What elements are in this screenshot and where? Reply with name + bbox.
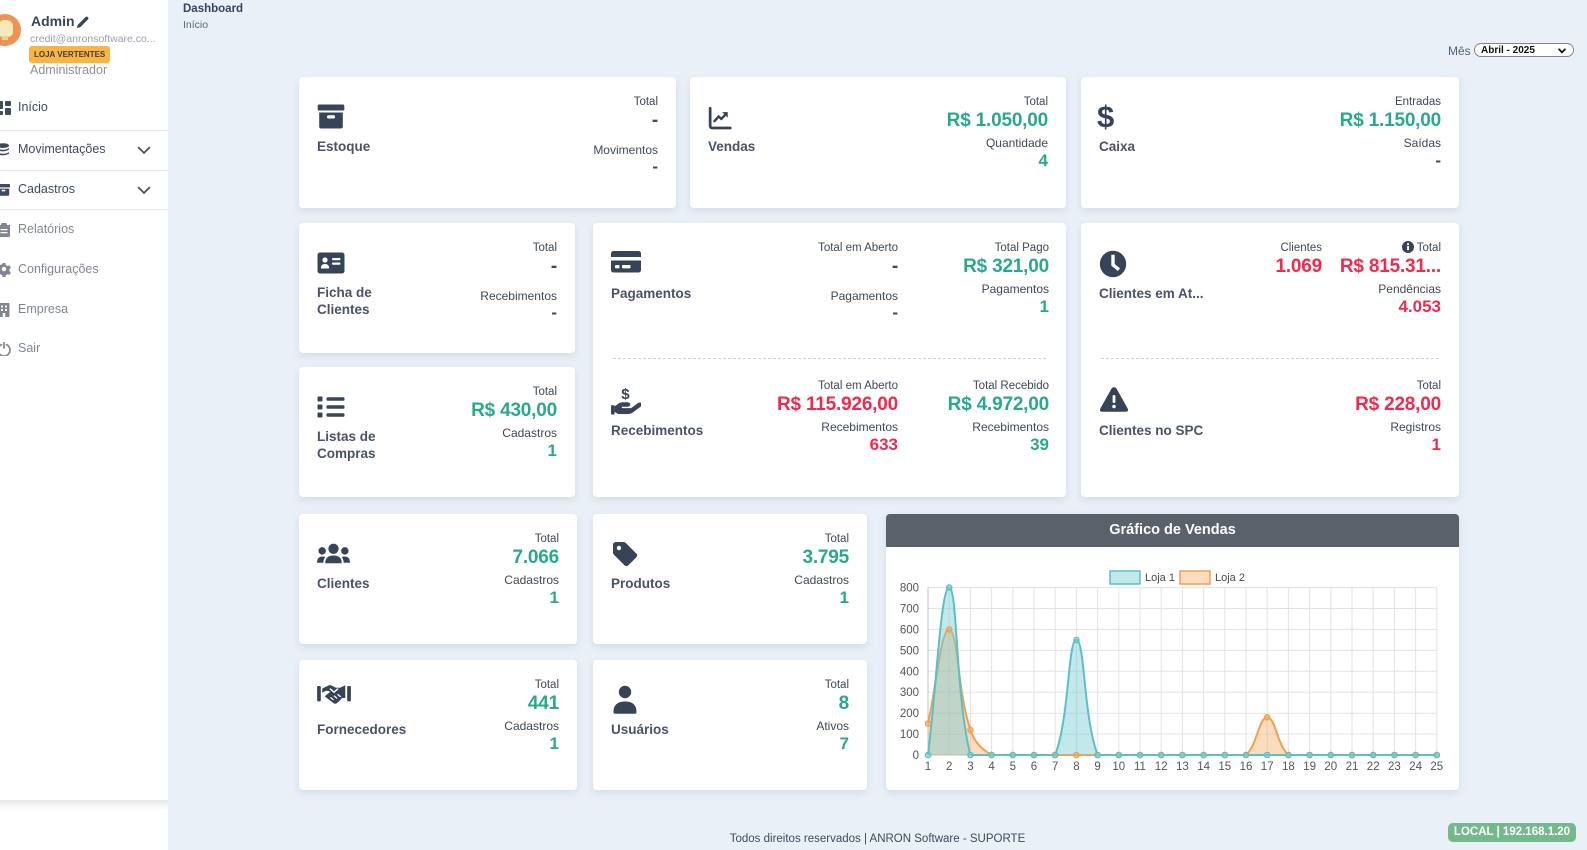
- svg-text:15: 15: [1218, 761, 1231, 773]
- svg-text:9: 9: [1094, 761, 1100, 773]
- svg-text:200: 200: [900, 708, 919, 720]
- svg-text:5: 5: [1010, 761, 1016, 773]
- svg-text:600: 600: [900, 624, 919, 636]
- svg-text:500: 500: [900, 645, 919, 657]
- svg-text:10: 10: [1112, 761, 1125, 773]
- svg-text:7: 7: [1052, 761, 1058, 773]
- svg-text:2: 2: [946, 761, 952, 773]
- svg-text:11: 11: [1134, 761, 1146, 773]
- svg-text:Loja 2: Loja 2: [1215, 572, 1245, 584]
- svg-text:25: 25: [1430, 761, 1443, 773]
- svg-text:18: 18: [1282, 761, 1295, 773]
- svg-text:20: 20: [1324, 761, 1337, 773]
- svg-text:22: 22: [1367, 761, 1380, 773]
- svg-text:4: 4: [988, 761, 995, 773]
- svg-text:1: 1: [925, 761, 931, 773]
- svg-text:800: 800: [900, 583, 919, 595]
- svg-text:23: 23: [1388, 761, 1401, 773]
- svg-text:6: 6: [1031, 761, 1037, 773]
- svg-text:8: 8: [1073, 761, 1079, 773]
- svg-text:24: 24: [1409, 761, 1422, 773]
- svg-text:300: 300: [900, 687, 919, 699]
- svg-text:21: 21: [1346, 761, 1359, 773]
- svg-text:400: 400: [900, 666, 919, 678]
- svg-text:0: 0: [913, 750, 919, 762]
- svg-text:700: 700: [900, 604, 919, 616]
- svg-text:17: 17: [1261, 761, 1274, 773]
- svg-text:16: 16: [1240, 761, 1253, 773]
- svg-text:19: 19: [1303, 761, 1316, 773]
- svg-text:12: 12: [1155, 761, 1168, 773]
- svg-text:13: 13: [1176, 761, 1189, 773]
- svg-text:14: 14: [1197, 761, 1210, 773]
- svg-text:Loja 1: Loja 1: [1145, 572, 1175, 584]
- svg-text:$: $: [621, 386, 630, 403]
- svg-text:100: 100: [900, 729, 919, 741]
- svg-text:3: 3: [967, 761, 973, 773]
